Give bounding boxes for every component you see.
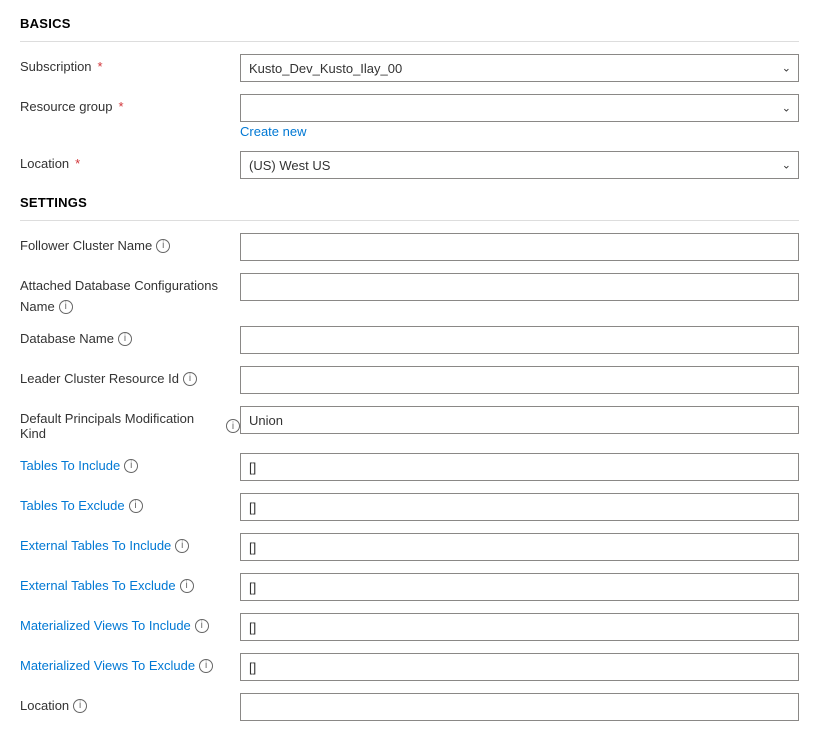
follower-cluster-name-input[interactable]: [240, 233, 799, 261]
subscription-control: Kusto_Dev_Kusto_Ilay_00 ⌄: [240, 54, 799, 82]
leader-cluster-resource-id-row: Leader Cluster Resource Id i: [20, 366, 799, 394]
attached-db-config-info-icon[interactable]: i: [59, 300, 73, 314]
settings-divider: [20, 220, 799, 221]
location-settings-info-icon[interactable]: i: [73, 699, 87, 713]
leader-cluster-resource-id-label: Leader Cluster Resource Id i: [20, 366, 240, 386]
subscription-required: *: [98, 59, 103, 74]
settings-section: SETTINGS Follower Cluster Name i Attache…: [20, 195, 799, 721]
default-principals-info-icon[interactable]: i: [226, 419, 240, 433]
database-name-info-icon[interactable]: i: [118, 332, 132, 346]
materialized-views-to-include-info-icon[interactable]: i: [195, 619, 209, 633]
create-new-link[interactable]: Create new: [240, 124, 306, 139]
settings-header: SETTINGS: [20, 195, 799, 210]
attached-db-config-input[interactable]: [240, 273, 799, 301]
default-principals-input[interactable]: [240, 406, 799, 434]
external-tables-to-include-input[interactable]: [240, 533, 799, 561]
resource-group-select-wrapper: ⌄: [240, 94, 799, 122]
external-tables-to-include-control: [240, 533, 799, 561]
external-tables-to-exclude-info-icon[interactable]: i: [180, 579, 194, 593]
default-principals-row: Default Principals Modification Kind i: [20, 406, 799, 441]
tables-to-include-info-icon[interactable]: i: [124, 459, 138, 473]
materialized-views-to-exclude-control: [240, 653, 799, 681]
attached-db-config-label-line2: Name i: [20, 299, 73, 314]
resource-group-select[interactable]: [240, 94, 799, 122]
default-principals-control: [240, 406, 799, 434]
tables-to-exclude-input[interactable]: [240, 493, 799, 521]
default-principals-label: Default Principals Modification Kind i: [20, 406, 240, 441]
resource-group-control: ⌄ Create new: [240, 94, 799, 139]
basics-section: BASICS Subscription * Kusto_Dev_Kusto_Il…: [20, 16, 799, 179]
location-settings-control: [240, 693, 799, 721]
attached-db-config-control: [240, 273, 799, 301]
database-name-row: Database Name i: [20, 326, 799, 354]
materialized-views-to-exclude-row: Materialized Views To Exclude i: [20, 653, 799, 681]
attached-db-config-row: Attached Database Configurations Name i: [20, 273, 799, 314]
external-tables-to-exclude-input[interactable]: [240, 573, 799, 601]
database-name-label: Database Name i: [20, 326, 240, 346]
tables-to-include-control: [240, 453, 799, 481]
subscription-label: Subscription *: [20, 54, 240, 74]
location-settings-input[interactable]: [240, 693, 799, 721]
resource-group-label: Resource group *: [20, 94, 240, 114]
basics-divider: [20, 41, 799, 42]
materialized-views-to-exclude-input[interactable]: [240, 653, 799, 681]
subscription-select[interactable]: Kusto_Dev_Kusto_Ilay_00: [240, 54, 799, 82]
subscription-select-wrapper: Kusto_Dev_Kusto_Ilay_00 ⌄: [240, 54, 799, 82]
follower-cluster-name-info-icon[interactable]: i: [156, 239, 170, 253]
materialized-views-to-include-row: Materialized Views To Include i: [20, 613, 799, 641]
external-tables-to-include-row: External Tables To Include i: [20, 533, 799, 561]
tables-to-exclude-label: Tables To Exclude i: [20, 493, 240, 513]
basics-header: BASICS: [20, 16, 799, 31]
external-tables-to-exclude-row: External Tables To Exclude i: [20, 573, 799, 601]
follower-cluster-name-control: [240, 233, 799, 261]
follower-cluster-name-label: Follower Cluster Name i: [20, 233, 240, 253]
external-tables-to-include-info-icon[interactable]: i: [175, 539, 189, 553]
external-tables-to-include-label: External Tables To Include i: [20, 533, 240, 553]
materialized-views-to-include-label: Materialized Views To Include i: [20, 613, 240, 633]
materialized-views-to-exclude-label: Materialized Views To Exclude i: [20, 653, 240, 673]
location-control: (US) West US ⌄: [240, 151, 799, 179]
follower-cluster-name-row: Follower Cluster Name i: [20, 233, 799, 261]
location-select-wrapper: (US) West US ⌄: [240, 151, 799, 179]
tables-to-exclude-control: [240, 493, 799, 521]
tables-to-include-row: Tables To Include i: [20, 453, 799, 481]
leader-cluster-resource-id-control: [240, 366, 799, 394]
materialized-views-to-exclude-info-icon[interactable]: i: [199, 659, 213, 673]
resource-group-required: *: [119, 99, 124, 114]
materialized-views-to-include-control: [240, 613, 799, 641]
location-basics-row: Location * (US) West US ⌄: [20, 151, 799, 179]
database-name-input[interactable]: [240, 326, 799, 354]
tables-to-exclude-row: Tables To Exclude i: [20, 493, 799, 521]
tables-to-exclude-info-icon[interactable]: i: [129, 499, 143, 513]
leader-cluster-resource-id-info-icon[interactable]: i: [183, 372, 197, 386]
location-basics-label: Location *: [20, 151, 240, 171]
attached-db-config-label: Attached Database Configurations Name i: [20, 273, 240, 314]
external-tables-to-exclude-label: External Tables To Exclude i: [20, 573, 240, 593]
location-select[interactable]: (US) West US: [240, 151, 799, 179]
resource-group-row: Resource group * ⌄ Create new: [20, 94, 799, 139]
materialized-views-to-include-input[interactable]: [240, 613, 799, 641]
tables-to-include-input[interactable]: [240, 453, 799, 481]
location-settings-label: Location i: [20, 693, 240, 713]
location-settings-row: Location i: [20, 693, 799, 721]
external-tables-to-exclude-control: [240, 573, 799, 601]
database-name-control: [240, 326, 799, 354]
tables-to-include-label: Tables To Include i: [20, 453, 240, 473]
location-required: *: [75, 156, 80, 171]
subscription-row: Subscription * Kusto_Dev_Kusto_Ilay_00 ⌄: [20, 54, 799, 82]
leader-cluster-resource-id-input[interactable]: [240, 366, 799, 394]
